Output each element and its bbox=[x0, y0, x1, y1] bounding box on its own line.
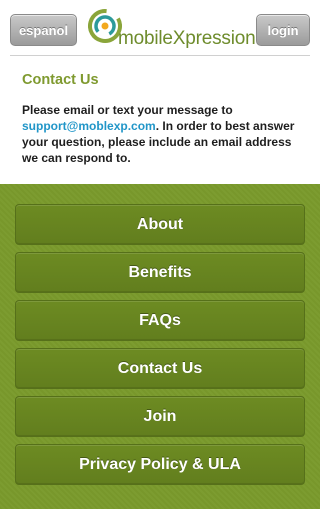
contact-description: Please email or text your message to sup… bbox=[22, 102, 298, 166]
menu-item-contact-us[interactable]: Contact Us bbox=[15, 348, 305, 389]
menu-item-join[interactable]: Join bbox=[15, 396, 305, 437]
page-title: Contact Us bbox=[22, 72, 99, 88]
header: espanol mobileXpression login bbox=[0, 0, 320, 56]
header-divider bbox=[10, 55, 310, 56]
menu-item-benefits[interactable]: Benefits bbox=[15, 252, 305, 293]
login-button[interactable]: login bbox=[256, 14, 310, 46]
support-email-link[interactable]: support@moblexp.com bbox=[22, 119, 156, 133]
text-before-link: Please email or text your message to bbox=[22, 103, 233, 117]
menu-item-privacy-policy[interactable]: Privacy Policy & ULA bbox=[15, 444, 305, 485]
menu-item-about[interactable]: About bbox=[15, 204, 305, 245]
logo-text: mobileXpression bbox=[118, 28, 256, 49]
logo-mark-icon bbox=[88, 9, 122, 43]
nav-menu: About Benefits FAQs Contact Us Join Priv… bbox=[0, 184, 320, 509]
contact-content: Contact Us Please email or text your mes… bbox=[0, 56, 320, 184]
page: espanol mobileXpression login Contact Us… bbox=[0, 0, 320, 509]
logo: mobileXpression bbox=[88, 8, 256, 52]
menu-item-faqs[interactable]: FAQs bbox=[15, 300, 305, 341]
language-button[interactable]: espanol bbox=[10, 14, 77, 46]
